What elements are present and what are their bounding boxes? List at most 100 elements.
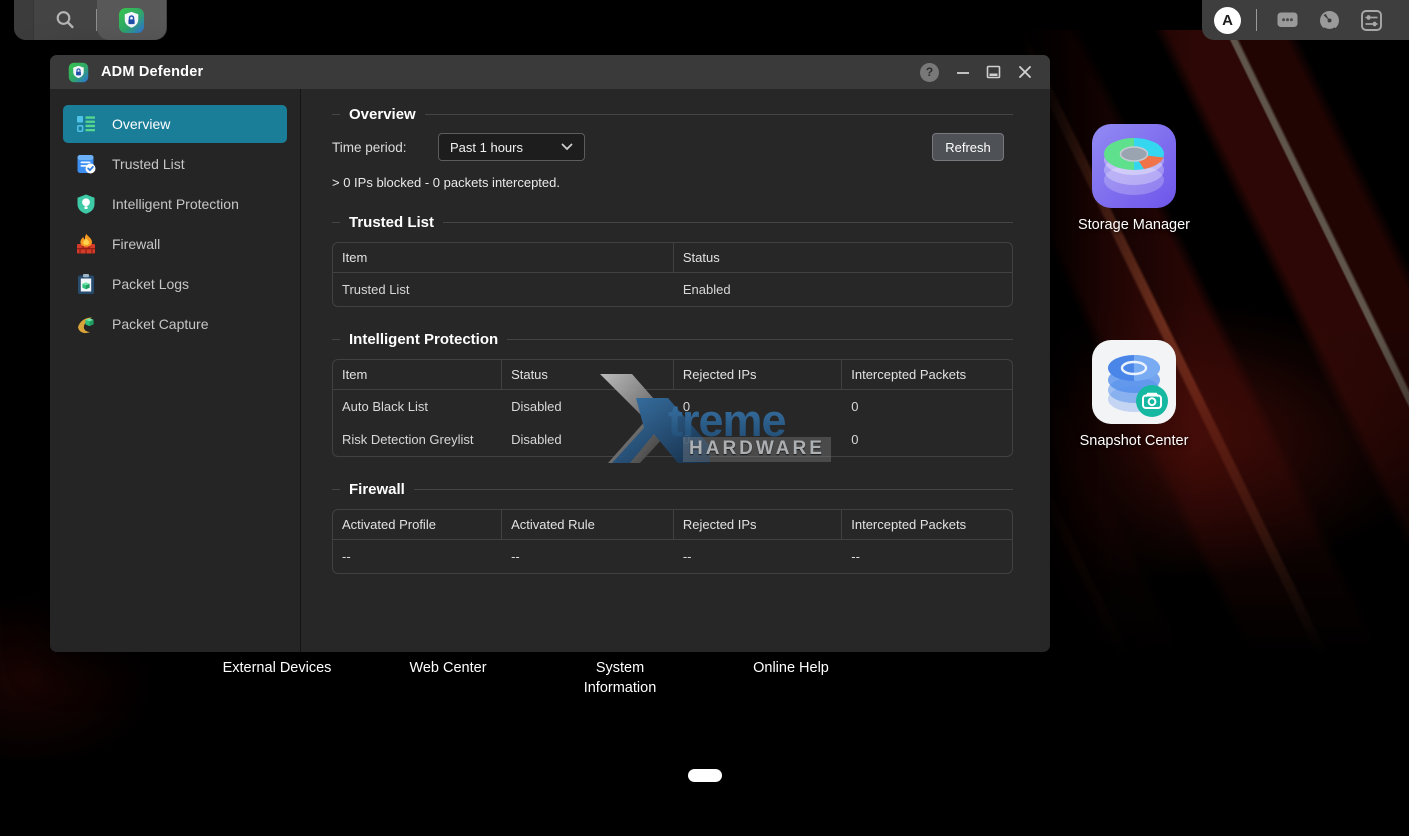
table-cell: Trusted List [333, 273, 674, 306]
time-period-value: Past 1 hours [450, 140, 561, 155]
column-header: Rejected IPs [674, 360, 842, 389]
help-button[interactable]: ? [920, 63, 939, 82]
sidebar-item-trusted-list[interactable]: Trusted List [63, 145, 287, 183]
table-row: Auto Black List Disabled 0 0 [333, 390, 1012, 423]
sidebar-item-label: Overview [112, 116, 170, 132]
sidebar-item-packet-capture[interactable]: Packet Capture [63, 305, 287, 343]
table-cell: 0 [842, 423, 1012, 456]
main-content: Overview Time period: Past 1 hours Refre… [301, 89, 1050, 652]
column-header: Activated Profile [333, 510, 502, 539]
taskbar-active-app-adm-defender[interactable] [97, 0, 166, 40]
section-firewall-heading: Firewall [332, 481, 1013, 498]
gauge-icon [1318, 9, 1341, 32]
adm-defender-app-icon [118, 7, 145, 34]
table-header-row: Item Status Rejected IPs Intercepted Pac… [333, 360, 1012, 390]
desktop-icon-snapshot-center[interactable]: Snapshot Center [1054, 340, 1214, 449]
trusted-clipboard-icon [75, 153, 97, 175]
desktop-icon-label-online-help[interactable]: Online Help [721, 659, 861, 679]
table-row: Trusted List Enabled [333, 273, 1012, 306]
overview-list-icon [75, 113, 97, 135]
desktop-icon-storage-manager[interactable]: Storage Manager [1054, 124, 1214, 233]
overview-summary: > 0 IPs blocked - 0 packets intercepted. [332, 175, 1013, 190]
refresh-button[interactable]: Refresh [932, 133, 1004, 161]
table-cell: Disabled [502, 423, 674, 456]
adm-defender-window: ADM Defender ? [50, 55, 1050, 652]
section-overview-heading: Overview [332, 106, 1013, 123]
messages-button[interactable] [1276, 9, 1299, 31]
minimize-button[interactable] [955, 65, 970, 80]
desktop-icon-label: Snapshot Center [1054, 433, 1214, 449]
user-avatar[interactable]: A [1214, 7, 1241, 34]
time-period-label: Time period: [332, 140, 438, 155]
table-cell: -- [502, 540, 674, 573]
column-header: Intercepted Packets [842, 360, 1012, 389]
close-button[interactable] [1017, 65, 1032, 80]
desktop-icon-label-web-center[interactable]: Web Center [378, 659, 518, 679]
packet-logs-icon [75, 273, 97, 295]
chat-bubble-icon [1276, 9, 1299, 31]
close-icon [1018, 65, 1032, 79]
sidebar-item-label: Packet Capture [112, 316, 209, 332]
table-cell: -- [333, 540, 502, 573]
maximize-icon [986, 65, 1001, 79]
taskbar-stub [14, 0, 34, 40]
table-row: -- -- -- -- [333, 540, 1012, 573]
column-header: Status [502, 360, 674, 389]
desktop-icon-label: Storage Manager [1054, 217, 1214, 233]
table-cell: Risk Detection Greylist [333, 423, 502, 456]
table-cell: -- [674, 540, 842, 573]
search-icon [54, 9, 76, 31]
section-trusted-list-heading: Trusted List [332, 214, 1013, 231]
storage-manager-icon [1092, 124, 1176, 208]
table-row: Risk Detection Greylist Disabled 0 0 [333, 423, 1012, 456]
chevron-down-icon [561, 143, 573, 151]
sidebar-item-overview[interactable]: Overview [63, 105, 287, 143]
column-header: Rejected IPs [674, 510, 842, 539]
taskbar-divider [1256, 9, 1257, 31]
desktop-icon-label-external-devices[interactable]: External Devices [197, 659, 357, 679]
sidebar-item-label: Trusted List [112, 156, 185, 172]
taskbar-handle-pill[interactable] [688, 769, 722, 782]
table-header-row: Item Status [333, 243, 1012, 273]
adm-defender-app-icon [68, 62, 89, 83]
desktop-icon-label-system-information[interactable]: System Information [565, 659, 675, 698]
table-cell: 0 [674, 423, 842, 456]
sidebar-item-firewall[interactable]: Firewall [63, 225, 287, 263]
window-titlebar[interactable]: ADM Defender ? [50, 55, 1050, 89]
search-button[interactable] [34, 0, 96, 40]
time-period-select[interactable]: Past 1 hours [438, 133, 585, 161]
column-header: Intercepted Packets [842, 510, 1012, 539]
sidebar-item-packet-logs[interactable]: Packet Logs [63, 265, 287, 303]
table-cell: Disabled [502, 390, 674, 423]
table-cell: -- [842, 540, 1012, 573]
intelligent-protection-table: Item Status Rejected IPs Intercepted Pac… [332, 359, 1013, 457]
sliders-icon [1360, 9, 1383, 32]
table-cell: Auto Black List [333, 390, 502, 423]
window-title: ADM Defender [101, 64, 203, 80]
preferences-button[interactable] [1360, 9, 1383, 32]
maximize-button[interactable] [986, 65, 1001, 79]
taskbar-right-group: A [1202, 0, 1409, 40]
sidebar-item-label: Intelligent Protection [112, 196, 239, 212]
section-intelligent-protection-heading: Intelligent Protection [332, 331, 1013, 348]
sidebar-item-label: Firewall [112, 236, 160, 252]
sidebar-item-intelligent-protection[interactable]: Intelligent Protection [63, 185, 287, 223]
column-header: Item [333, 360, 502, 389]
snapshot-center-icon [1092, 340, 1176, 424]
column-header: Status [674, 243, 1012, 272]
taskbar-left-group [14, 0, 167, 40]
system-monitor-button[interactable] [1318, 9, 1341, 32]
sidebar-item-label: Packet Logs [112, 276, 189, 292]
trusted-list-table: Item Status Trusted List Enabled [332, 242, 1013, 307]
table-cell: 0 [842, 390, 1012, 423]
sidebar: Overview Trusted List [50, 89, 301, 652]
firewall-table: Activated Profile Activated Rule Rejecte… [332, 509, 1013, 574]
column-header: Item [333, 243, 674, 272]
firewall-flame-icon [75, 233, 97, 255]
shield-bulb-icon [75, 193, 97, 215]
column-header: Activated Rule [502, 510, 674, 539]
minimize-icon [956, 65, 970, 79]
table-cell: Enabled [674, 273, 1012, 306]
table-header-row: Activated Profile Activated Rule Rejecte… [333, 510, 1012, 540]
packet-capture-icon [75, 313, 97, 335]
